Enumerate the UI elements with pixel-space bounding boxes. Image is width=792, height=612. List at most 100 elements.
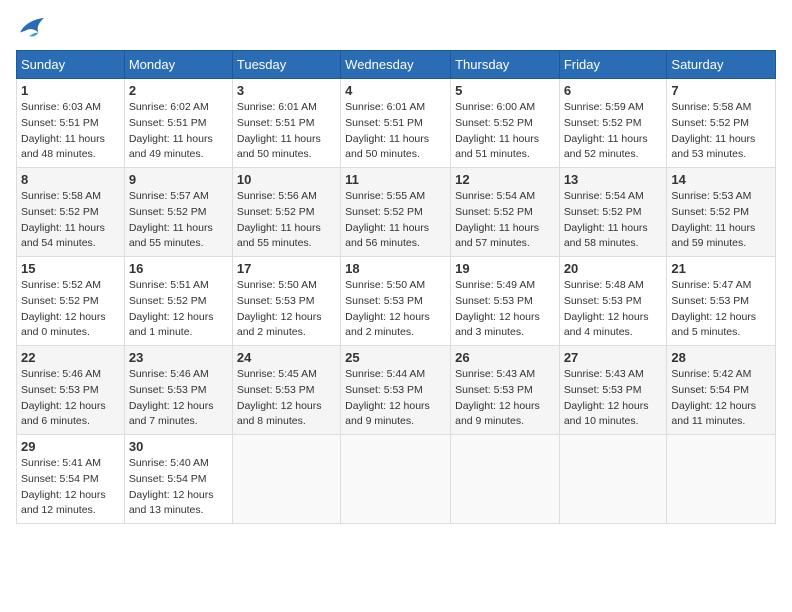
day-info: Sunrise: 5:44 AM Sunset: 5:53 PM Dayligh… — [345, 367, 446, 430]
day-info: Sunrise: 5:51 AM Sunset: 5:52 PM Dayligh… — [129, 278, 228, 341]
weekday-header-sunday: Sunday — [17, 51, 125, 79]
calendar-cell: 14 Sunrise: 5:53 AM Sunset: 5:52 PM Dayl… — [667, 168, 776, 257]
calendar-cell: 1 Sunrise: 6:03 AM Sunset: 5:51 PM Dayli… — [17, 79, 125, 168]
day-number: 8 — [21, 172, 120, 187]
weekday-header-tuesday: Tuesday — [232, 51, 340, 79]
day-info: Sunrise: 5:56 AM Sunset: 5:52 PM Dayligh… — [237, 189, 336, 252]
day-info: Sunrise: 5:50 AM Sunset: 5:53 PM Dayligh… — [237, 278, 336, 341]
day-number: 16 — [129, 261, 228, 276]
day-number: 6 — [564, 83, 663, 98]
day-number: 17 — [237, 261, 336, 276]
day-number: 9 — [129, 172, 228, 187]
day-info: Sunrise: 5:50 AM Sunset: 5:53 PM Dayligh… — [345, 278, 446, 341]
day-info: Sunrise: 5:52 AM Sunset: 5:52 PM Dayligh… — [21, 278, 120, 341]
day-info: Sunrise: 5:41 AM Sunset: 5:54 PM Dayligh… — [21, 456, 120, 519]
day-info: Sunrise: 5:58 AM Sunset: 5:52 PM Dayligh… — [671, 100, 771, 163]
calendar-cell: 11 Sunrise: 5:55 AM Sunset: 5:52 PM Dayl… — [341, 168, 451, 257]
weekday-header-friday: Friday — [559, 51, 667, 79]
day-number: 30 — [129, 439, 228, 454]
calendar-cell — [451, 435, 560, 524]
day-info: Sunrise: 5:48 AM Sunset: 5:53 PM Dayligh… — [564, 278, 663, 341]
day-info: Sunrise: 5:54 AM Sunset: 5:52 PM Dayligh… — [564, 189, 663, 252]
day-number: 26 — [455, 350, 555, 365]
calendar-cell: 7 Sunrise: 5:58 AM Sunset: 5:52 PM Dayli… — [667, 79, 776, 168]
calendar-cell: 4 Sunrise: 6:01 AM Sunset: 5:51 PM Dayli… — [341, 79, 451, 168]
calendar-cell: 23 Sunrise: 5:46 AM Sunset: 5:53 PM Dayl… — [124, 346, 232, 435]
calendar-cell: 8 Sunrise: 5:58 AM Sunset: 5:52 PM Dayli… — [17, 168, 125, 257]
calendar-cell: 21 Sunrise: 5:47 AM Sunset: 5:53 PM Dayl… — [667, 257, 776, 346]
calendar-week-row: 1 Sunrise: 6:03 AM Sunset: 5:51 PM Dayli… — [17, 79, 776, 168]
day-number: 12 — [455, 172, 555, 187]
calendar-week-row: 8 Sunrise: 5:58 AM Sunset: 5:52 PM Dayli… — [17, 168, 776, 257]
day-number: 23 — [129, 350, 228, 365]
day-info: Sunrise: 5:47 AM Sunset: 5:53 PM Dayligh… — [671, 278, 771, 341]
calendar-cell: 17 Sunrise: 5:50 AM Sunset: 5:53 PM Dayl… — [232, 257, 340, 346]
calendar-cell: 20 Sunrise: 5:48 AM Sunset: 5:53 PM Dayl… — [559, 257, 667, 346]
day-number: 15 — [21, 261, 120, 276]
day-number: 2 — [129, 83, 228, 98]
day-number: 13 — [564, 172, 663, 187]
day-number: 11 — [345, 172, 446, 187]
page-header — [16, 16, 776, 38]
day-info: Sunrise: 5:49 AM Sunset: 5:53 PM Dayligh… — [455, 278, 555, 341]
day-number: 29 — [21, 439, 120, 454]
day-number: 7 — [671, 83, 771, 98]
logo — [16, 16, 46, 38]
day-info: Sunrise: 5:53 AM Sunset: 5:52 PM Dayligh… — [671, 189, 771, 252]
calendar-cell: 26 Sunrise: 5:43 AM Sunset: 5:53 PM Dayl… — [451, 346, 560, 435]
day-info: Sunrise: 6:02 AM Sunset: 5:51 PM Dayligh… — [129, 100, 228, 163]
weekday-header-saturday: Saturday — [667, 51, 776, 79]
day-info: Sunrise: 5:46 AM Sunset: 5:53 PM Dayligh… — [129, 367, 228, 430]
day-info: Sunrise: 5:57 AM Sunset: 5:52 PM Dayligh… — [129, 189, 228, 252]
day-info: Sunrise: 6:00 AM Sunset: 5:52 PM Dayligh… — [455, 100, 555, 163]
day-info: Sunrise: 5:40 AM Sunset: 5:54 PM Dayligh… — [129, 456, 228, 519]
day-number: 5 — [455, 83, 555, 98]
calendar-table: SundayMondayTuesdayWednesdayThursdayFrid… — [16, 50, 776, 524]
calendar-week-row: 15 Sunrise: 5:52 AM Sunset: 5:52 PM Dayl… — [17, 257, 776, 346]
calendar-cell: 16 Sunrise: 5:51 AM Sunset: 5:52 PM Dayl… — [124, 257, 232, 346]
day-number: 28 — [671, 350, 771, 365]
day-info: Sunrise: 5:55 AM Sunset: 5:52 PM Dayligh… — [345, 189, 446, 252]
day-number: 18 — [345, 261, 446, 276]
day-info: Sunrise: 6:01 AM Sunset: 5:51 PM Dayligh… — [237, 100, 336, 163]
day-info: Sunrise: 5:46 AM Sunset: 5:53 PM Dayligh… — [21, 367, 120, 430]
calendar-cell: 5 Sunrise: 6:00 AM Sunset: 5:52 PM Dayli… — [451, 79, 560, 168]
calendar-cell: 19 Sunrise: 5:49 AM Sunset: 5:53 PM Dayl… — [451, 257, 560, 346]
calendar-cell: 2 Sunrise: 6:02 AM Sunset: 5:51 PM Dayli… — [124, 79, 232, 168]
day-number: 24 — [237, 350, 336, 365]
weekday-header-monday: Monday — [124, 51, 232, 79]
day-info: Sunrise: 5:54 AM Sunset: 5:52 PM Dayligh… — [455, 189, 555, 252]
calendar-cell: 6 Sunrise: 5:59 AM Sunset: 5:52 PM Dayli… — [559, 79, 667, 168]
day-number: 27 — [564, 350, 663, 365]
day-info: Sunrise: 5:42 AM Sunset: 5:54 PM Dayligh… — [671, 367, 771, 430]
calendar-cell: 29 Sunrise: 5:41 AM Sunset: 5:54 PM Dayl… — [17, 435, 125, 524]
calendar-cell: 30 Sunrise: 5:40 AM Sunset: 5:54 PM Dayl… — [124, 435, 232, 524]
day-number: 4 — [345, 83, 446, 98]
calendar-cell: 18 Sunrise: 5:50 AM Sunset: 5:53 PM Dayl… — [341, 257, 451, 346]
calendar-cell: 10 Sunrise: 5:56 AM Sunset: 5:52 PM Dayl… — [232, 168, 340, 257]
day-number: 20 — [564, 261, 663, 276]
calendar-cell: 9 Sunrise: 5:57 AM Sunset: 5:52 PM Dayli… — [124, 168, 232, 257]
day-info: Sunrise: 6:01 AM Sunset: 5:51 PM Dayligh… — [345, 100, 446, 163]
calendar-cell: 25 Sunrise: 5:44 AM Sunset: 5:53 PM Dayl… — [341, 346, 451, 435]
calendar-cell: 22 Sunrise: 5:46 AM Sunset: 5:53 PM Dayl… — [17, 346, 125, 435]
calendar-cell: 15 Sunrise: 5:52 AM Sunset: 5:52 PM Dayl… — [17, 257, 125, 346]
calendar-cell: 3 Sunrise: 6:01 AM Sunset: 5:51 PM Dayli… — [232, 79, 340, 168]
calendar-cell: 24 Sunrise: 5:45 AM Sunset: 5:53 PM Dayl… — [232, 346, 340, 435]
weekday-header-row: SundayMondayTuesdayWednesdayThursdayFrid… — [17, 51, 776, 79]
day-number: 3 — [237, 83, 336, 98]
day-number: 19 — [455, 261, 555, 276]
calendar-cell — [232, 435, 340, 524]
calendar-week-row: 22 Sunrise: 5:46 AM Sunset: 5:53 PM Dayl… — [17, 346, 776, 435]
day-number: 10 — [237, 172, 336, 187]
day-info: Sunrise: 5:43 AM Sunset: 5:53 PM Dayligh… — [455, 367, 555, 430]
day-info: Sunrise: 5:45 AM Sunset: 5:53 PM Dayligh… — [237, 367, 336, 430]
calendar-cell: 12 Sunrise: 5:54 AM Sunset: 5:52 PM Dayl… — [451, 168, 560, 257]
day-info: Sunrise: 6:03 AM Sunset: 5:51 PM Dayligh… — [21, 100, 120, 163]
day-number: 22 — [21, 350, 120, 365]
calendar-cell: 28 Sunrise: 5:42 AM Sunset: 5:54 PM Dayl… — [667, 346, 776, 435]
bird-icon — [18, 16, 46, 38]
weekday-header-thursday: Thursday — [451, 51, 560, 79]
calendar-cell: 27 Sunrise: 5:43 AM Sunset: 5:53 PM Dayl… — [559, 346, 667, 435]
day-number: 25 — [345, 350, 446, 365]
